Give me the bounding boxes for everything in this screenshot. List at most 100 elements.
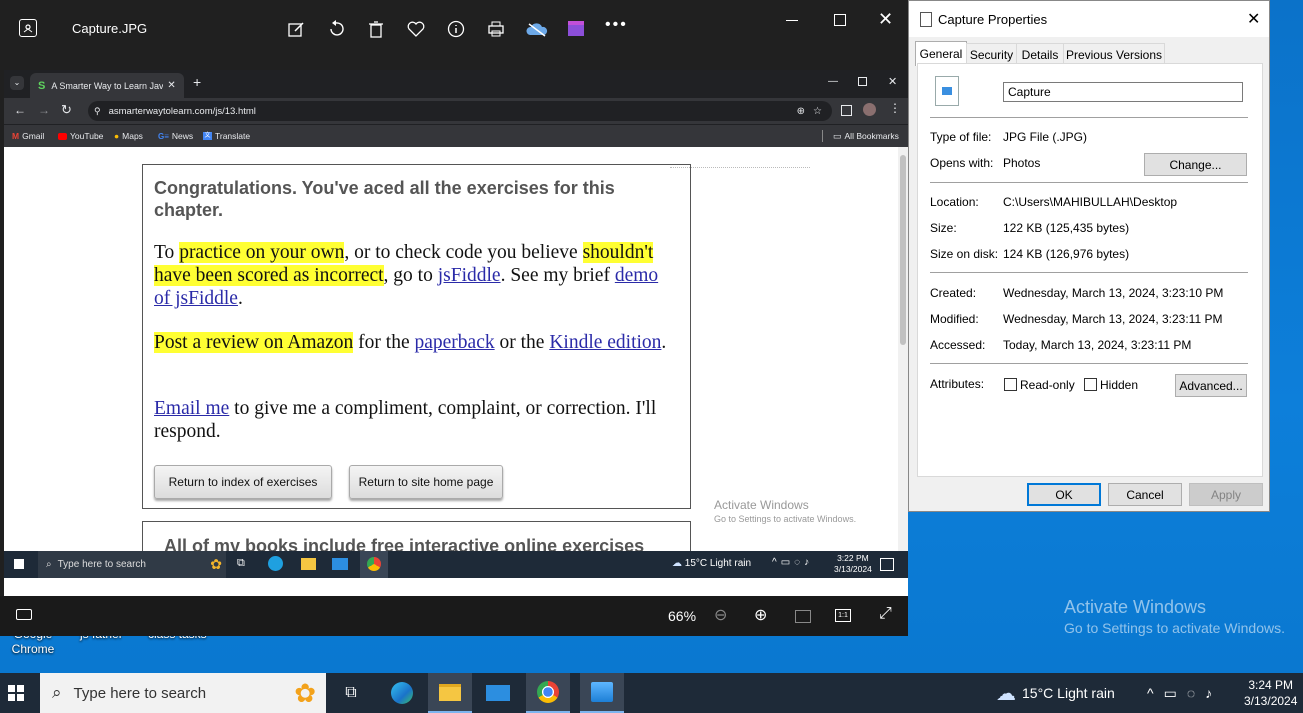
edge-icon[interactable] — [268, 556, 283, 571]
print-icon[interactable] — [486, 19, 506, 39]
volume-icon[interactable]: ♪ — [1205, 685, 1212, 701]
start-button[interactable] — [0, 673, 32, 713]
rotate-icon[interactable] — [326, 19, 346, 39]
network-icon[interactable]: ◌ — [1187, 685, 1195, 701]
file-explorer-button[interactable] — [428, 673, 472, 713]
chrome-minimize-icon[interactable]: — — [828, 76, 838, 87]
mail-button[interactable] — [476, 673, 520, 713]
zoom-out-icon[interactable]: ⊖ — [714, 605, 727, 625]
created-value: Wednesday, March 13, 2024, 3:23:10 PM — [1003, 286, 1224, 300]
address-bar[interactable]: ⚲ asmarterwaytolearn.com/js/13.html ⊕ ☆ — [88, 101, 832, 121]
bookmark-news[interactable]: G≡ News — [158, 125, 193, 147]
return-index-button[interactable]: Return to index of exercises — [154, 465, 332, 499]
task-view-button[interactable]: ⧉ — [329, 673, 373, 713]
tab-close-icon[interactable]: ✕ — [167, 80, 175, 91]
close-icon[interactable]: ✕ — [878, 9, 893, 30]
hidden-label: Hidden — [1100, 378, 1139, 392]
cancel-button[interactable]: Cancel — [1108, 483, 1182, 506]
bookmark-star-icon[interactable]: ☆ — [813, 106, 822, 117]
battery-icon[interactable]: ▭ — [1164, 685, 1177, 702]
taskbar-search-box[interactable]: ⌕ Type here to search ✿ — [40, 673, 326, 713]
page-scrollbar[interactable] — [898, 147, 908, 551]
inner-weather-text: 15°C Light rain — [684, 558, 752, 569]
bookmark-translate[interactable]: 文 Translate — [203, 125, 250, 147]
filename-input[interactable] — [1003, 82, 1243, 102]
inner-tray-icons[interactable]: ^▭◌♪ — [772, 557, 813, 568]
readonly-checkbox[interactable] — [1004, 378, 1017, 391]
tab-previous-versions[interactable]: Previous Versions — [1063, 43, 1165, 65]
dialog-close-icon[interactable]: ✕ — [1247, 9, 1260, 29]
chrome-close-icon[interactable]: ✕ — [888, 75, 897, 88]
reload-icon[interactable]: ↻ — [61, 102, 72, 118]
advanced-button[interactable]: Advanced... — [1175, 374, 1247, 397]
chrome-restore-icon[interactable] — [858, 77, 867, 86]
photos-app-icon[interactable] — [19, 19, 37, 37]
email-link[interactable]: Email me — [154, 398, 229, 419]
side-panel-icon[interactable] — [841, 105, 852, 116]
task-view-icon[interactable]: ⧉ — [237, 557, 245, 570]
dotted-line — [670, 167, 810, 168]
bookmark-gmail[interactable]: M Gmail — [12, 125, 44, 147]
zoom-in-icon[interactable]: ⊕ — [754, 605, 767, 625]
bookmark-label: Maps — [122, 131, 143, 141]
favorite-heart-icon[interactable] — [406, 19, 426, 39]
task-view-icon: ⧉ — [345, 684, 357, 701]
congrats-card: Congratulations. You've aced all the exe… — [142, 164, 691, 509]
paperback-link[interactable]: paperback — [414, 332, 494, 353]
kindle-link[interactable]: Kindle edition — [549, 332, 661, 353]
ok-button[interactable]: OK — [1027, 483, 1101, 506]
change-button[interactable]: Change... — [1144, 153, 1247, 176]
weather-widget[interactable]: ☁ 15°C Light rain — [996, 673, 1115, 713]
tab-details[interactable]: Details — [1016, 43, 1064, 65]
bookmark-label: News — [171, 131, 194, 141]
show-hidden-icons-chevron-icon[interactable]: ^ — [1147, 685, 1154, 701]
onedrive-cloud-icon[interactable] — [526, 19, 548, 39]
inner-date: 3/13/2024 — [834, 564, 872, 574]
minimize-icon[interactable] — [786, 20, 798, 21]
chrome-menu-icon[interactable]: ⋮ — [889, 101, 901, 115]
site-info-icon[interactable]: ⚲ — [94, 106, 101, 117]
profile-avatar[interactable] — [863, 103, 876, 116]
scroll-thumb[interactable] — [900, 155, 906, 345]
forward-icon[interactable]: → — [38, 103, 50, 117]
bookmark-maps[interactable]: ● Maps — [114, 125, 143, 147]
clock[interactable]: 3:24 PM 3/13/2024 — [1244, 673, 1297, 713]
news-icon: G≡ — [158, 131, 169, 141]
zoom-icon[interactable]: ⊕ — [797, 106, 805, 117]
all-bookmarks[interactable]: ▭ All Bookmarks — [833, 125, 899, 147]
info-icon[interactable] — [446, 19, 466, 39]
mail-icon[interactable] — [332, 558, 348, 570]
back-icon[interactable]: ← — [14, 103, 26, 117]
inner-notification-icon[interactable] — [880, 558, 894, 571]
tab-security[interactable]: Security — [966, 43, 1017, 65]
delete-icon[interactable] — [366, 19, 386, 39]
file-explorer-icon[interactable] — [301, 558, 316, 570]
jsfiddle-link[interactable]: jsFiddle — [438, 265, 501, 286]
inner-clock[interactable]: 3:22 PM 3/13/2024 — [834, 553, 872, 575]
hidden-checkbox[interactable] — [1084, 378, 1097, 391]
activate-title: Activate Windows — [1064, 597, 1207, 617]
edit-icon[interactable] — [286, 19, 306, 39]
bookmark-youtube[interactable]: YouTube — [58, 125, 103, 147]
browser-tab[interactable]: S A Smarter Way to Learn JavaSc ✕ — [30, 73, 184, 98]
actual-size-icon[interactable]: 1:1 — [835, 609, 851, 622]
more-options-icon[interactable]: ••• — [605, 16, 628, 34]
text: or the — [494, 332, 550, 353]
inner-search-box[interactable]: ⌕ Type here to search ✿ — [38, 551, 226, 578]
return-home-button[interactable]: Return to site home page — [349, 465, 503, 499]
filmstrip-icon[interactable] — [16, 609, 32, 620]
inner-start-icon[interactable] — [14, 559, 24, 569]
fit-window-icon[interactable] — [795, 610, 811, 623]
apply-button[interactable]: Apply — [1189, 483, 1263, 506]
opens-label: Opens with: — [930, 156, 994, 170]
tab-search-icon[interactable]: ⌄ — [10, 76, 24, 90]
photos-button[interactable] — [580, 673, 624, 713]
search-icon: ⌕ — [52, 683, 62, 702]
fullscreen-icon[interactable]: ⤢ — [879, 605, 892, 623]
clipchamp-video-icon[interactable] — [566, 19, 586, 39]
maximize-icon[interactable] — [834, 14, 846, 26]
edge-button[interactable] — [380, 673, 424, 713]
inner-chrome-taskbar-button[interactable] — [360, 551, 388, 578]
new-tab-icon[interactable]: + — [193, 74, 201, 90]
chrome-button[interactable] — [526, 673, 570, 713]
